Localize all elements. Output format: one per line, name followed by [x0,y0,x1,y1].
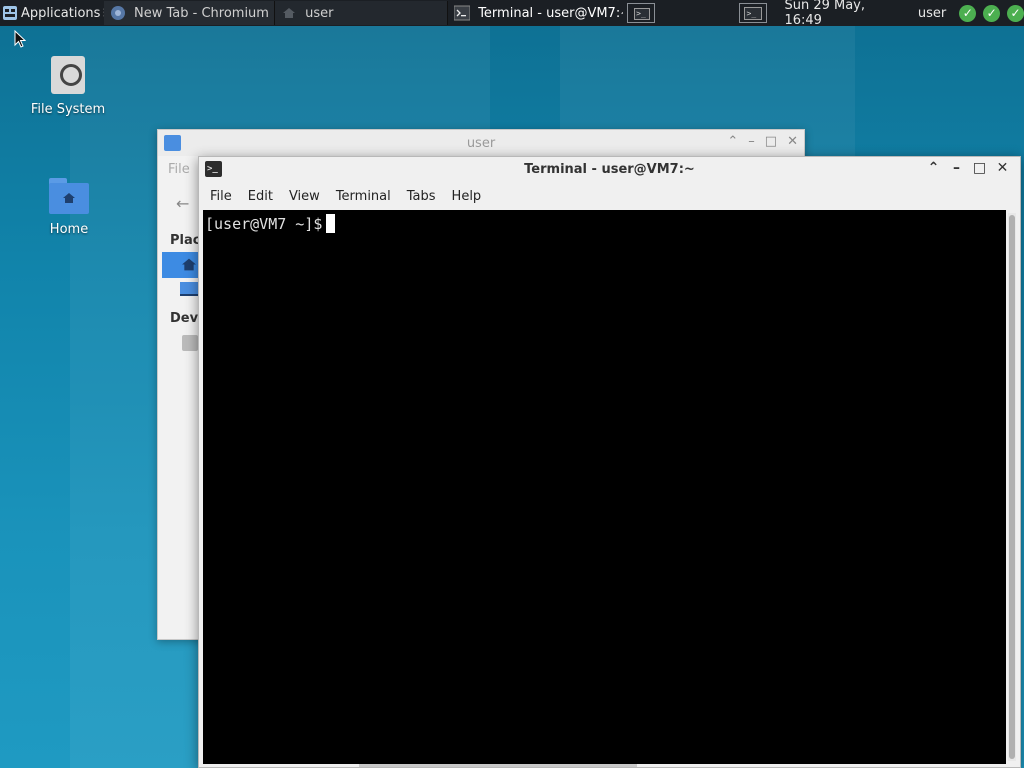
status-check-icon[interactable]: ✓ [983,4,1001,22]
text-cursor [326,214,336,233]
maximize-up-icon[interactable]: ⌃ [922,160,945,176]
sidebar-section-places: Plac [170,233,201,248]
terminal-prompt: [user@VM7 ~]$ [205,215,323,233]
taskbar-item-file-manager[interactable]: user [275,1,449,25]
taskbar-item-label: New Tab - Chromium [134,5,269,21]
sidebar-item-file-system[interactable] [162,330,202,356]
terminal-titlebar[interactable]: >_ Terminal - user@VM7:~ ⌃ – □ ✕ [199,157,1020,182]
drive-icon [51,56,85,94]
applications-menu-button[interactable]: Applications ⁝ [0,0,107,26]
close-icon[interactable]: ✕ [991,160,1014,176]
home-folder-icon [49,178,89,214]
file-manager-sidebar: Plac Devi [162,230,203,356]
file-manager-titlebar[interactable]: user ⌃ – □ ✕ [158,130,804,156]
drive-icon [182,335,198,351]
taskbar-item-terminal[interactable]: Terminal - user@VM7:~ [448,1,624,25]
desktop-icon-label: File System [30,102,106,117]
maximize-icon[interactable]: □ [765,134,777,149]
home-folder-icon [281,5,297,21]
applications-icon [3,6,17,20]
minimize-icon[interactable]: – [748,134,755,149]
taskbar-item-label: Terminal - user@VM7:~ [478,5,624,21]
terminal-icon: >_ [205,161,222,177]
terminal-menubar: File Edit View Terminal Tabs Help [199,182,1020,210]
terminal-scrollbar[interactable] [1008,213,1016,761]
menu-file[interactable]: File [202,189,240,204]
window-title: user [466,135,496,151]
clock[interactable]: Sun 29 May, 16:49 [784,0,905,28]
back-arrow-icon[interactable]: ← [176,194,189,213]
folder-icon [164,135,181,151]
terminal-icon [453,5,471,21]
workspace-switcher-icon[interactable]: >_ [623,0,659,26]
menu-help[interactable]: Help [444,189,490,204]
mouse-pointer-icon [14,30,26,48]
top-panel: Applications ⁝ New Tab - Chromium user T… [0,0,1024,28]
status-check-icon[interactable]: ✓ [959,4,977,22]
user-menu[interactable]: user [918,6,946,21]
home-icon [182,258,196,271]
close-icon[interactable]: ✕ [787,134,798,149]
terminal-output[interactable]: [user@VM7 ~]$ [203,210,1006,764]
terminal-window: >_ Terminal - user@VM7:~ ⌃ – □ ✕ File Ed… [198,156,1021,768]
sidebar-item-desktop[interactable] [162,278,202,304]
applications-label: Applications [21,5,101,21]
menu-edit[interactable]: Edit [240,189,281,204]
taskbar-item-chromium[interactable]: New Tab - Chromium [104,1,276,25]
desktop-icon-file-system[interactable]: File System [23,56,113,117]
menu-file[interactable]: File [168,162,190,177]
maximize-icon[interactable]: □ [968,160,991,176]
desktop-icon-home[interactable]: Home [24,178,114,237]
minimize-icon[interactable]: – [945,160,968,176]
menu-terminal[interactable]: Terminal [328,189,399,204]
chromium-icon [110,5,126,21]
taskbar-item-label: user [305,5,334,21]
maximize-up-icon[interactable]: ⌃ [727,134,738,149]
menu-view[interactable]: View [281,189,328,204]
sidebar-section-devices: Devi [170,311,203,326]
status-check-icon[interactable]: ✓ [1007,4,1024,22]
workspace-2-icon[interactable]: >_ [735,0,771,26]
menu-tabs[interactable]: Tabs [399,189,444,204]
sidebar-item-home[interactable] [162,252,202,278]
window-title: Terminal - user@VM7:~ [524,162,695,177]
horizontal-resize-handle[interactable] [359,764,637,767]
desktop-icon [180,282,198,296]
desktop-icon-label: Home [49,222,89,237]
